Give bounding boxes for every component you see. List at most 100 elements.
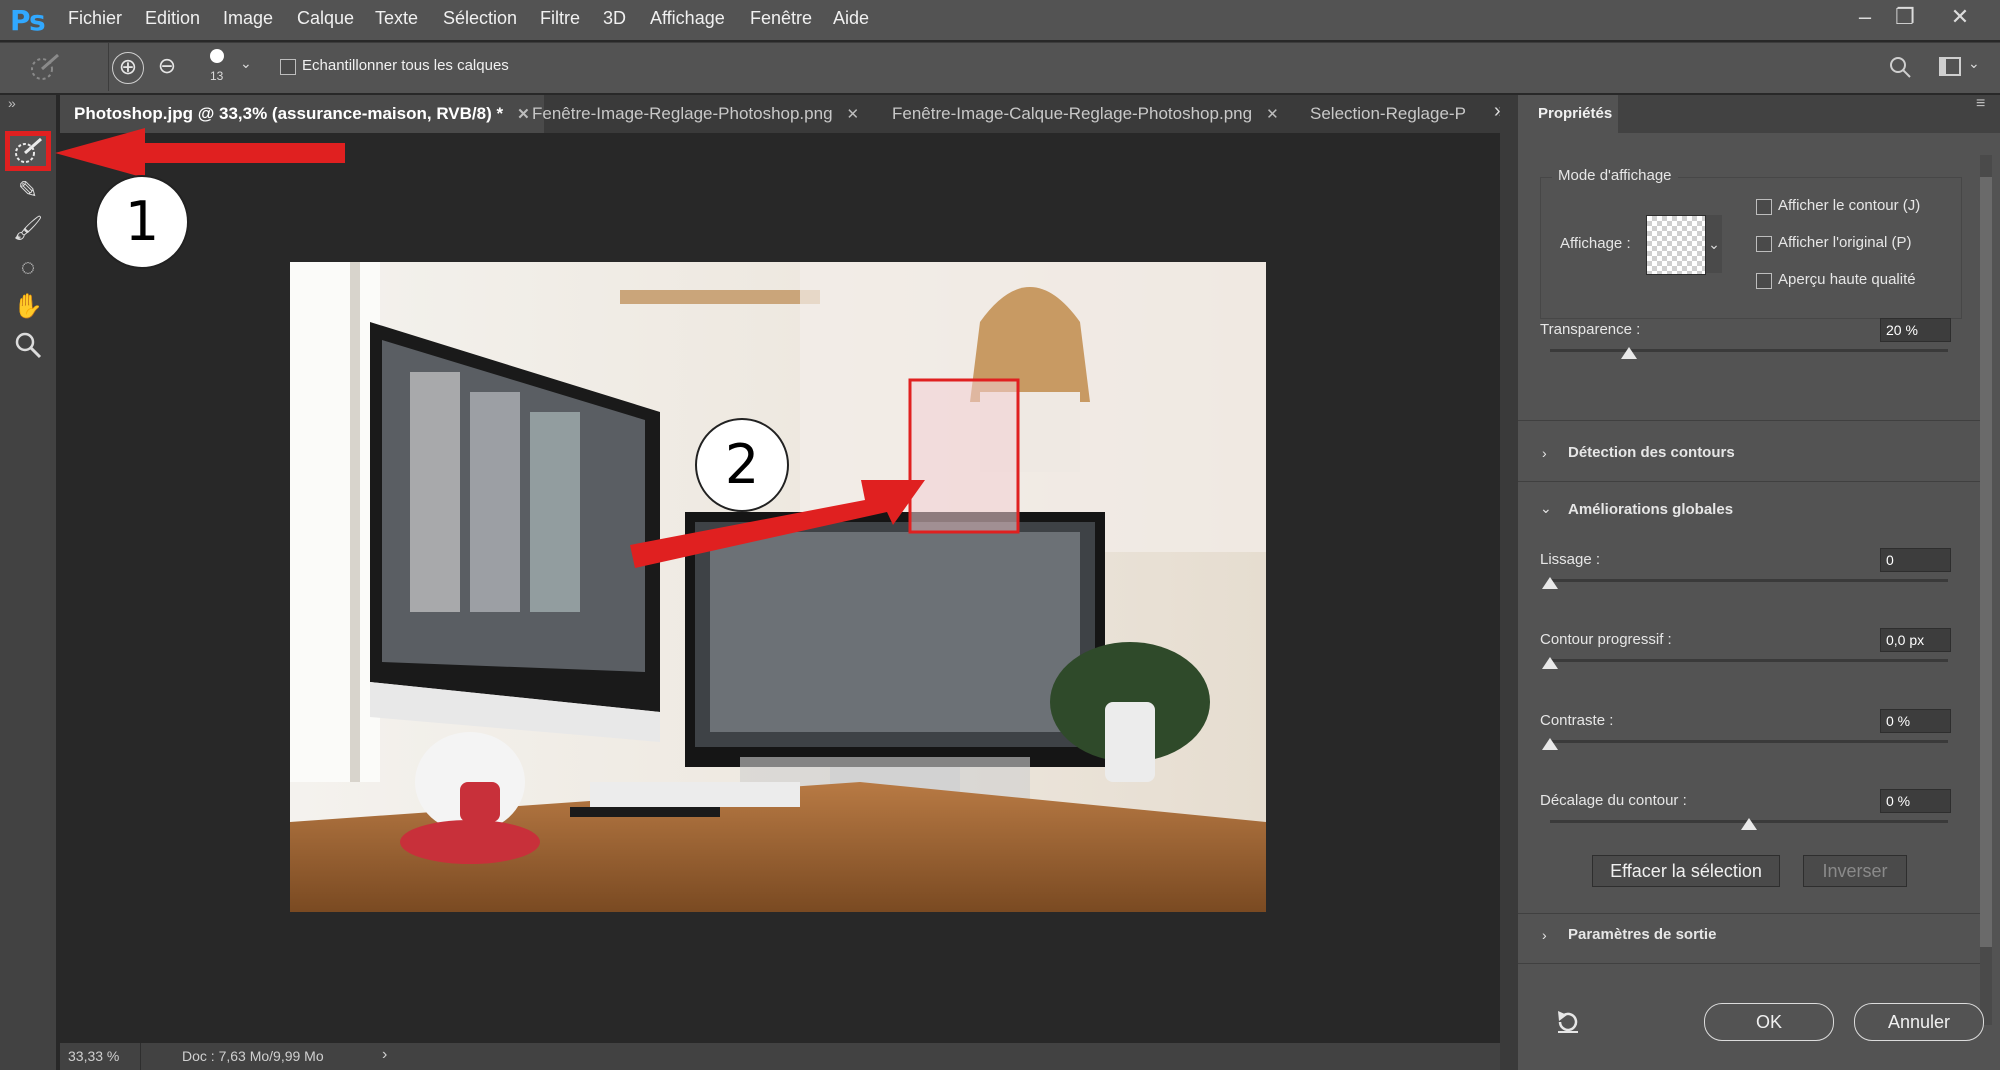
document-size-info: Doc : 7,63 Mo/9,99 Mo xyxy=(182,1048,324,1064)
brush-tip-icon[interactable] xyxy=(210,49,224,63)
minimize-button[interactable]: – xyxy=(1845,2,1885,32)
feather-field[interactable]: 0,0 px xyxy=(1880,628,1951,652)
contrast-field[interactable]: 0 % xyxy=(1880,709,1951,733)
menu-bar: Ps Fichier Edition Image Calque Texte Sé… xyxy=(0,0,2000,40)
tab-properties[interactable]: Propriétés xyxy=(1518,95,1618,133)
tools-panel: » ✎ 🖌 ◌ ✋ xyxy=(0,95,56,1070)
collapse-toolbar-icon[interactable]: » xyxy=(8,95,16,111)
options-bar: ⊕ ⊖ 13 ⌄ Echantillonner tous les calques… xyxy=(0,42,2000,93)
edge-detection-section[interactable]: Détection des contours xyxy=(1568,444,1735,461)
contrast-slider-thumb[interactable] xyxy=(1542,738,1558,750)
chevron-right-icon[interactable]: › xyxy=(1542,927,1547,943)
annotation-number-2: 2 xyxy=(695,418,789,512)
close-icon[interactable]: ✕ xyxy=(847,106,860,123)
desk-photo xyxy=(290,262,1266,912)
tab-selection-reglage[interactable]: Selection-Reglage-P xyxy=(1296,95,1484,133)
menu-calque[interactable]: Calque xyxy=(297,8,354,29)
global-refinements-section[interactable]: Améliorations globales xyxy=(1568,501,1733,518)
chevron-down-icon[interactable]: ⌄ xyxy=(240,55,252,72)
tab-fenetre-image-reglage[interactable]: Fenêtre-Image-Reglage-Photoshop.png ✕ xyxy=(518,95,873,133)
transparency-slider-thumb[interactable] xyxy=(1621,347,1637,359)
shift-edge-slider-thumb[interactable] xyxy=(1741,818,1757,830)
menu-selection[interactable]: Sélection xyxy=(443,8,517,29)
photoshop-logo: Ps xyxy=(10,4,46,37)
ok-button[interactable]: OK xyxy=(1704,1003,1834,1041)
add-to-selection-icon[interactable]: ⊕ xyxy=(112,52,144,84)
properties-panel: Propriétés ≡ Mode d'affichage Affichage … xyxy=(1518,95,2000,1070)
zoom-tool-icon[interactable] xyxy=(14,331,42,359)
scrollbar-thumb[interactable] xyxy=(1980,177,1992,947)
document-image[interactable] xyxy=(290,262,1266,912)
cancel-button[interactable]: Annuler xyxy=(1854,1003,1984,1041)
panel-gutter xyxy=(1500,95,1518,1070)
sample-all-layers-checkbox[interactable] xyxy=(280,59,296,75)
menu-filtre[interactable]: Filtre xyxy=(540,8,580,29)
tab-label: Photoshop.jpg @ 33,3% (assurance-maison,… xyxy=(74,104,504,123)
output-settings-section[interactable]: Paramètres de sortie xyxy=(1568,926,1716,943)
search-icon[interactable] xyxy=(1888,55,1912,79)
shift-edge-label: Décalage du contour : xyxy=(1540,792,1687,809)
shift-edge-field[interactable]: 0 % xyxy=(1880,789,1951,813)
smooth-slider[interactable] xyxy=(1550,579,1948,582)
workspace-chevron-icon[interactable]: ⌄ xyxy=(1968,55,1980,72)
transparency-slider[interactable] xyxy=(1550,349,1948,352)
menu-fichier[interactable]: Fichier xyxy=(68,8,122,29)
high-quality-label: Aperçu haute qualité xyxy=(1778,271,1916,288)
tab-label: Fenêtre-Image-Calque-Reglage-Photoshop.p… xyxy=(892,104,1253,123)
show-original-checkbox[interactable] xyxy=(1756,236,1772,252)
reset-icon[interactable] xyxy=(1554,1009,1582,1035)
menu-texte[interactable]: Texte xyxy=(375,8,418,29)
restore-button[interactable]: ❐ xyxy=(1885,2,1925,32)
tab-label: Fenêtre-Image-Reglage-Photoshop.png xyxy=(532,104,833,123)
refine-edge-brush-icon[interactable]: ✎ xyxy=(12,175,44,207)
panel-menu-icon[interactable]: ≡ xyxy=(1976,95,1985,113)
brush-size-value: 13 xyxy=(210,69,224,83)
tab-fenetre-image-calque[interactable]: Fenêtre-Image-Calque-Reglage-Photoshop.p… xyxy=(878,95,1293,133)
smooth-field[interactable]: 0 xyxy=(1880,548,1951,572)
contrast-slider[interactable] xyxy=(1550,740,1948,743)
zoom-level[interactable]: 33,33 % xyxy=(68,1048,119,1064)
panel-scrollbar[interactable] xyxy=(1980,155,1992,1025)
transparency-field[interactable]: 20 % xyxy=(1880,318,1951,342)
view-mode-chevron-icon[interactable]: ⌄ xyxy=(1706,215,1722,273)
subtract-from-selection-icon[interactable]: ⊖ xyxy=(152,52,182,82)
quick-selection-tool-icon[interactable] xyxy=(11,136,47,166)
brush-tool-icon[interactable]: 🖌 xyxy=(12,213,44,245)
clear-selection-button[interactable]: Effacer la sélection xyxy=(1592,855,1780,887)
smooth-label: Lissage : xyxy=(1540,551,1601,568)
lasso-tool-icon[interactable]: ◌ xyxy=(12,252,44,284)
menu-3d[interactable]: 3D xyxy=(603,8,626,29)
menu-fenetre[interactable]: Fenêtre xyxy=(750,8,812,29)
feather-slider-thumb[interactable] xyxy=(1542,657,1558,669)
show-edge-label: Afficher le contour (J) xyxy=(1778,197,1921,214)
close-window-button[interactable]: ✕ xyxy=(1940,2,1980,32)
status-bar: 33,33 % Doc : 7,63 Mo/9,99 Mo › xyxy=(60,1043,1500,1070)
menu-edition[interactable]: Edition xyxy=(145,8,200,29)
tab-label: Selection-Reglage-P xyxy=(1310,104,1466,123)
display-label: Affichage : xyxy=(1560,235,1631,252)
hand-tool-icon[interactable]: ✋ xyxy=(12,291,44,323)
selection-highlight-box xyxy=(908,378,1020,534)
invert-button[interactable]: Inverser xyxy=(1803,855,1907,887)
show-edge-checkbox[interactable] xyxy=(1756,199,1772,215)
transparency-label: Transparence : xyxy=(1540,321,1641,338)
menu-affichage[interactable]: Affichage xyxy=(650,8,725,29)
menu-image[interactable]: Image xyxy=(223,8,273,29)
status-menu-arrow-icon[interactable]: › xyxy=(382,1046,387,1064)
feather-label: Contour progressif : xyxy=(1540,631,1672,648)
quick-selection-preset-icon[interactable] xyxy=(28,53,62,83)
workspace-icon[interactable] xyxy=(1938,55,1966,79)
chevron-right-icon[interactable]: › xyxy=(1542,445,1547,461)
feather-slider[interactable] xyxy=(1550,659,1948,662)
annotation-number-1: 1 xyxy=(95,175,189,269)
quick-selection-tool-highlight[interactable] xyxy=(5,131,51,171)
display-mode-title: Mode d'affichage xyxy=(1552,167,1678,184)
menu-aide[interactable]: Aide xyxy=(833,8,869,29)
sample-all-layers-label: Echantillonner tous les calques xyxy=(302,57,509,74)
high-quality-checkbox[interactable] xyxy=(1756,273,1772,289)
view-mode-thumbnail[interactable] xyxy=(1646,215,1706,275)
smooth-slider-thumb[interactable] xyxy=(1542,577,1558,589)
chevron-down-icon[interactable]: ⌄ xyxy=(1540,500,1552,517)
close-icon[interactable]: ✕ xyxy=(1266,106,1279,123)
contrast-label: Contraste : xyxy=(1540,712,1614,729)
